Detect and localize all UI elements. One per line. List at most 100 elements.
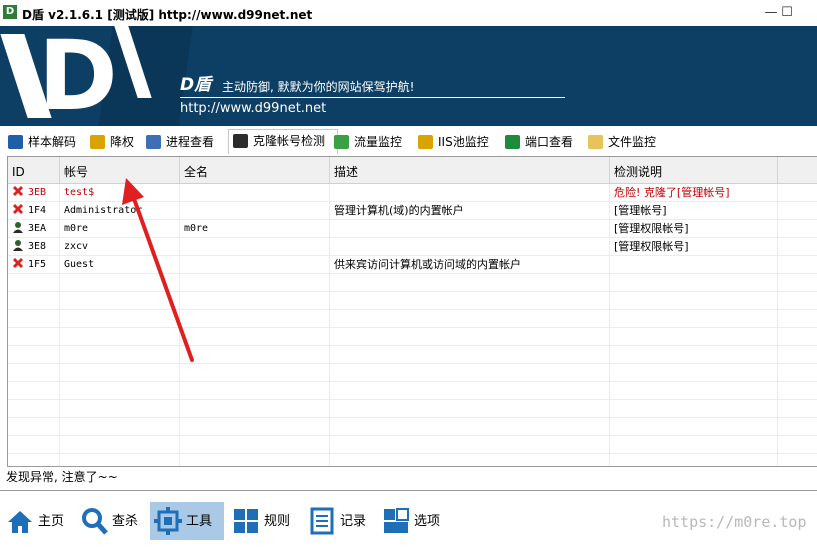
table-row[interactable]: 1F4 Administrator 管理计算机(域)的内置帐户 [管理帐号] [8,202,817,220]
chart-icon [334,135,349,149]
cell-note: [管理权限帐号] [610,220,778,237]
cell-desc [330,238,610,255]
cell-id: 3EA [8,220,60,237]
tab-2[interactable]: 降权 [90,131,134,153]
note-text: [管理权限帐号] [614,222,689,235]
document-lock-icon [90,135,105,149]
cell-account: m0re [60,220,180,237]
tools-icon [154,507,182,535]
empty-row [8,364,817,382]
cell-id: 3E8 [8,238,60,255]
brand-name: D盾 [180,75,212,95]
tab-label: 文件监控 [608,135,657,149]
empty-row [8,346,817,364]
toolbar-button-1[interactable]: 主页 [2,502,70,540]
maximize-button[interactable]: ☐ [772,3,802,23]
desc-text: 管理计算机(域)的内置帐户 [334,204,464,217]
cell-fullname [180,256,330,273]
col-account[interactable]: 帐号 [60,157,180,183]
cell-note: [管理帐号] [610,202,778,219]
col-id[interactable]: ID [8,157,60,183]
empty-row [8,400,817,418]
empty-row [8,436,817,454]
window-title: D盾 v2.1.6.1 [测试版] http://www.d99net.net [22,8,313,22]
cell-fullname [180,238,330,255]
cell-account: Administrator [60,202,180,219]
account-text: Guest [64,259,95,270]
toolbar-label: 规则 [264,514,291,529]
table-row[interactable]: 3EB test$ 危险! 克隆了[管理帐号] [8,184,817,202]
cell-id: 1F4 [8,202,60,219]
tab-1[interactable]: 样本解码 [8,131,76,153]
account-text: Administrator [64,205,143,216]
id-text: 3EA [28,223,47,234]
toolbar-label: 工具 [186,514,213,529]
user-icon [233,134,248,148]
tab-label: 端口查看 [525,135,574,149]
tab-label: 样本解码 [28,135,77,149]
tab-label: 流量监控 [354,135,403,149]
tab-8[interactable]: 文件监控 [588,131,656,153]
user-icon [13,240,23,251]
empty-row [8,292,817,310]
toolbar-button-4[interactable]: 规则 [228,502,294,540]
tab-label: 进程查看 [166,135,215,149]
toolbar-label: 选项 [414,514,441,529]
col-fullname[interactable]: 全名 [180,157,330,183]
id-text: 1F4 [28,205,47,216]
pen-icon [8,135,23,149]
window-icon [146,135,161,149]
table-row[interactable]: 3E8 zxcv [管理权限帐号] [8,238,817,256]
note-text: [管理帐号] [614,204,667,217]
accounts-table: ID 帐号 全名 描述 检测说明 3EB test$ 危险! 克隆了[管理帐号] 1F… [7,156,817,467]
status-message: 发现异常, 注意了~~ [6,470,118,484]
home-icon [8,511,32,533]
table-row[interactable]: 3EA m0re m0re [管理权限帐号] [8,220,817,238]
slogan: 主动防御, 默默为你的网站保驾护航! [222,80,415,94]
col-detection-note[interactable]: 检测说明 [610,157,778,183]
cell-note: 危险! 克隆了[管理帐号] [610,184,778,201]
empty-row [8,328,817,346]
cell-id: 1F5 [8,256,60,273]
id-text: 1F5 [28,259,47,270]
account-text: test$ [64,187,95,198]
cell-account: zxcv [60,238,180,255]
toolbar-label: 记录 [340,514,367,529]
note-text: 危险! 克隆了[管理帐号] [614,186,730,199]
tab-label: 克隆帐号检测 [253,134,326,148]
divider [0,490,817,491]
app-logo-icon: D [3,5,17,19]
cell-desc: 供来宾访问计算机或访问域的内置帐户 [330,256,610,273]
tab-4[interactable]: 克隆帐号检测 [228,129,338,154]
watermark: https://m0re.top [662,513,807,531]
divider [180,97,565,98]
empty-row [8,274,817,292]
folder-icon [588,135,603,149]
cell-note: [管理权限帐号] [610,238,778,255]
toolbar-button-3[interactable]: 工具 [150,502,224,540]
note-text: [管理权限帐号] [614,240,689,253]
disabled-x-icon [12,203,24,215]
tab-bar: 样本解码 降权 进程查看 克隆帐号检测 流量监控 IIS池监控 端口查看 文件监控 [0,129,817,154]
toolbar-button-5[interactable]: 记录 [304,502,372,540]
tab-3[interactable]: 进程查看 [146,131,214,153]
table-row[interactable]: 1F5 Guest 供来宾访问计算机或访问域的内置帐户 [8,256,817,274]
cell-desc [330,184,610,201]
cell-fullname [180,202,330,219]
tab-5[interactable]: 流量监控 [334,131,402,153]
magnifier-icon [82,508,108,535]
toolbar-button-2[interactable]: 查杀 [76,502,148,540]
empty-row [8,310,817,328]
toolbar-button-6[interactable]: 选项 [378,502,448,540]
tab-6[interactable]: IIS池监控 [418,131,489,153]
col-description[interactable]: 描述 [330,157,610,183]
account-text: m0re [64,223,89,234]
cell-desc [330,220,610,237]
log-icon [310,507,334,535]
cell-fullname: m0re [180,220,330,237]
table-header: ID 帐号 全名 描述 检测说明 [8,157,817,184]
toolbar-label: 主页 [38,514,65,529]
tab-7[interactable]: 端口查看 [505,131,573,153]
id-text: 3EB [28,187,47,198]
table-body: 3EB test$ 危险! 克隆了[管理帐号] 1F4 Administrator 管理计… [8,184,817,466]
